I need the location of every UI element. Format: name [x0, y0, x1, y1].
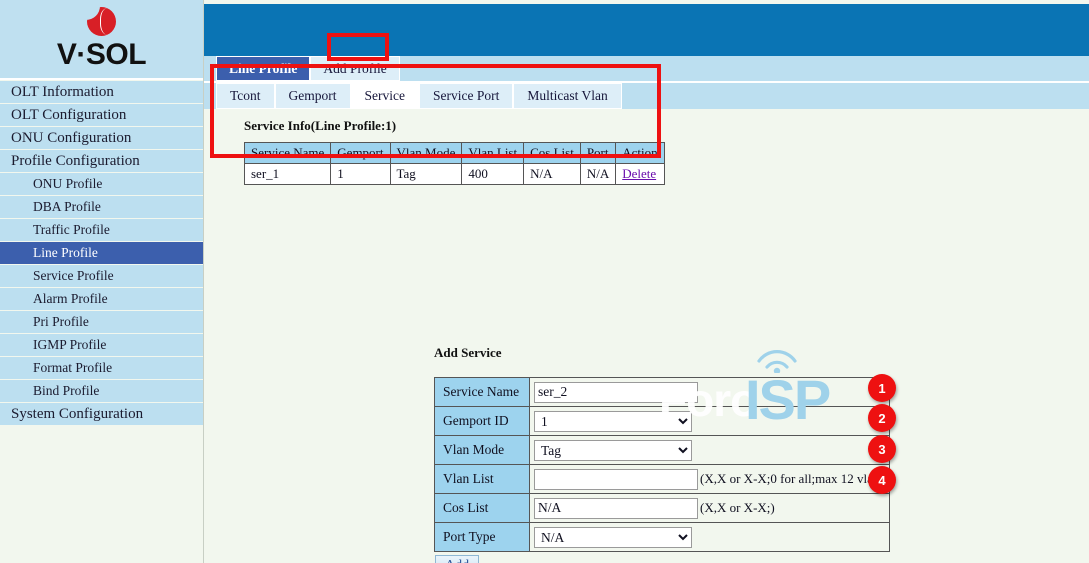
service-info-title: Service Info(Line Profile:1) — [244, 118, 397, 133]
sidebar-item-system-configuration[interactable]: System Configuration — [0, 403, 203, 425]
main-area: Line Profile Add Profile Tcont Gemport Serv… — [204, 0, 1089, 563]
column-vlan-list: Vlan List — [461, 142, 525, 164]
delete-link[interactable]: Delete — [622, 166, 656, 181]
gemport-id-select[interactable]: 1 — [534, 410, 692, 432]
vlan-mode-select[interactable]: Tag — [534, 439, 692, 461]
primary-tab-bar: Line Profile Add Profile — [204, 56, 1089, 83]
cos-list-input[interactable] — [534, 497, 698, 519]
sidebar-item-olt-information[interactable]: OLT Information — [0, 81, 203, 103]
annotation-badge-2: 2 — [868, 404, 896, 432]
form-row-port-type: Port Type N/A — [434, 522, 890, 552]
sidebar-item-bind-profile[interactable]: Bind Profile — [0, 380, 203, 402]
sidebar-item-service-profile[interactable]: Service Profile — [0, 265, 203, 287]
cell-cos-list: N/A — [523, 163, 581, 185]
sidebar-item-profile-configuration[interactable]: Profile Configuration — [0, 150, 203, 172]
vlan-list-hint: (X,X or X-X;0 for all;max 12 vlans) — [700, 471, 889, 486]
column-gemport: Gemport — [330, 142, 391, 164]
sidebar-item-format-profile[interactable]: Format Profile — [0, 357, 203, 379]
service-info-panel: Service Info(Line Profile:1) Service Nam… — [226, 113, 666, 185]
sidebar-item-olt-configuration[interactable]: OLT Configuration — [0, 104, 203, 126]
sidebar: V·SOL OLT Information OLT Configuration … — [0, 0, 204, 563]
secondary-tab-bar: Tcont Gemport Service Service Port Multicast… — [204, 83, 1089, 109]
label-gemport-id: Gemport ID — [434, 406, 530, 436]
annotation-badge-1: 1 — [868, 374, 896, 402]
port-type-select[interactable]: N/A — [534, 526, 692, 548]
sidebar-item-pri-profile[interactable]: Pri Profile — [0, 311, 203, 333]
column-vlan-mode: Vlan Mode — [389, 142, 463, 164]
form-row-cos-list: Cos List (X,X or X-X;) — [434, 493, 890, 523]
cell-service-name: ser_1 — [243, 163, 332, 185]
column-cos-list: Cos List — [523, 142, 581, 164]
vsol-ball-logo-icon — [84, 4, 118, 39]
tab-service[interactable]: Service — [350, 83, 420, 109]
sidebar-item-traffic-profile[interactable]: Traffic Profile — [0, 219, 203, 241]
label-vlan-mode: Vlan Mode — [434, 435, 530, 465]
label-service-name: Service Name — [434, 377, 530, 407]
tab-tcont[interactable]: Tcont — [216, 83, 275, 109]
wifi-signal-icon — [757, 350, 797, 373]
cell-vlan-mode: Tag — [389, 163, 463, 185]
sidebar-item-line-profile[interactable]: Line Profile — [0, 242, 203, 264]
table-row: ser_1 1 Tag 400 N/A N/A Delete — [243, 163, 665, 185]
brand-logo-text: V·SOL — [56, 37, 147, 71]
add-button[interactable]: Add — [435, 555, 480, 563]
cell-vlan-list: 400 — [461, 163, 525, 185]
cos-list-hint: (X,X or X-X;) — [700, 500, 775, 515]
page-root: V·SOL OLT Information OLT Configuration … — [0, 0, 1089, 563]
tab-line-profile[interactable]: Line Profile — [216, 56, 311, 81]
form-row-vlan-mode: Vlan Mode Tag — [434, 435, 890, 465]
sidebar-item-onu-configuration[interactable]: ONU Configuration — [0, 127, 203, 149]
tab-service-port[interactable]: Service Port — [419, 83, 514, 109]
service-info-table: Service Name Gemport Vlan Mode Vlan List… — [243, 142, 665, 185]
label-port-type: Port Type — [434, 522, 530, 552]
brand-logo: V·SOL — [0, 0, 203, 80]
column-service-name: Service Name — [243, 142, 332, 164]
add-service-form: Service Name Gemport ID 1 Vlan Mode — [434, 377, 890, 552]
cell-gemport: 1 — [330, 163, 391, 185]
add-service-title: Add Service — [434, 345, 502, 360]
form-row-service-name: Service Name — [434, 377, 890, 407]
column-port: Port — [579, 142, 617, 164]
sidebar-nav: OLT Information OLT Configuration ONU Co… — [0, 80, 203, 425]
annotation-badge-3: 3 — [868, 435, 896, 463]
sidebar-item-dba-profile[interactable]: DBA Profile — [0, 196, 203, 218]
sidebar-item-igmp-profile[interactable]: IGMP Profile — [0, 334, 203, 356]
header-banner — [204, 4, 1089, 56]
column-action: Action — [615, 142, 665, 164]
tab-multicast-vlan[interactable]: Multicast Vlan — [513, 83, 622, 109]
tab-add-profile[interactable]: Add Profile — [310, 56, 400, 81]
vlan-list-input[interactable] — [534, 468, 698, 490]
cell-action: Delete — [615, 163, 665, 185]
annotation-badge-4: 4 — [868, 466, 896, 494]
sidebar-item-onu-profile[interactable]: ONU Profile — [0, 173, 203, 195]
form-row-vlan-list: Vlan List (X,X or X-X;0 for all;max 12 v… — [434, 464, 890, 494]
cell-port: N/A — [579, 163, 617, 185]
sidebar-item-alarm-profile[interactable]: Alarm Profile — [0, 288, 203, 310]
label-cos-list: Cos List — [434, 493, 530, 523]
form-row-gemport-id: Gemport ID 1 — [434, 406, 890, 436]
service-name-input[interactable] — [534, 381, 698, 403]
tab-gemport[interactable]: Gemport — [274, 83, 351, 109]
label-vlan-list: Vlan List — [434, 464, 530, 494]
table-header-row: Service Name Gemport Vlan Mode Vlan List… — [243, 142, 665, 164]
